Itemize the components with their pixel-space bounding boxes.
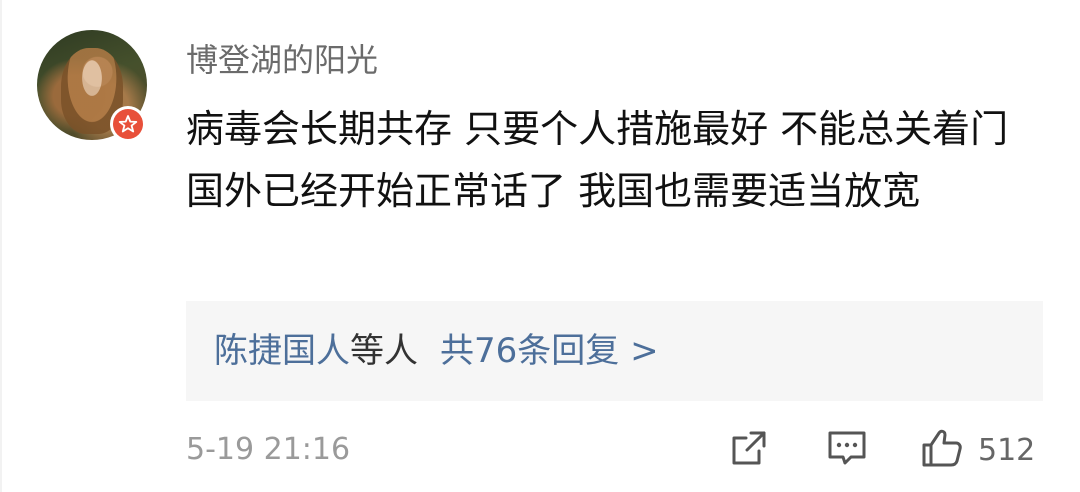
- share-button[interactable]: [729, 428, 769, 472]
- username[interactable]: 博登湖的阳光: [186, 38, 378, 82]
- thumbs-up-icon: [920, 428, 964, 472]
- reply-summary-box[interactable]: 陈捷国人等人 共76条回复 >: [186, 301, 1043, 401]
- comment-button[interactable]: [826, 428, 868, 472]
- reply-count-link[interactable]: 共76条回复 >: [440, 331, 659, 371]
- share-icon: [729, 428, 769, 472]
- comment-icon: [826, 428, 868, 472]
- reply-user-names[interactable]: 陈捷国人: [214, 331, 350, 371]
- comment-text: 病毒会长期共存 只要个人措施最好 不能总关着门 国外已经开始正常话了 我国也需要…: [186, 107, 1009, 213]
- star-badge-icon: [113, 109, 143, 139]
- like-count: 512: [978, 432, 1036, 468]
- like-button[interactable]: 512: [920, 428, 1035, 472]
- left-divider: [0, 0, 2, 492]
- reply-suffix: 等人: [350, 331, 418, 371]
- comment-timestamp: 5-19 21:16: [186, 432, 351, 467]
- reply-summary-line[interactable]: 陈捷国人等人 共76条回复 >: [214, 325, 659, 377]
- verified-badge: [110, 106, 146, 142]
